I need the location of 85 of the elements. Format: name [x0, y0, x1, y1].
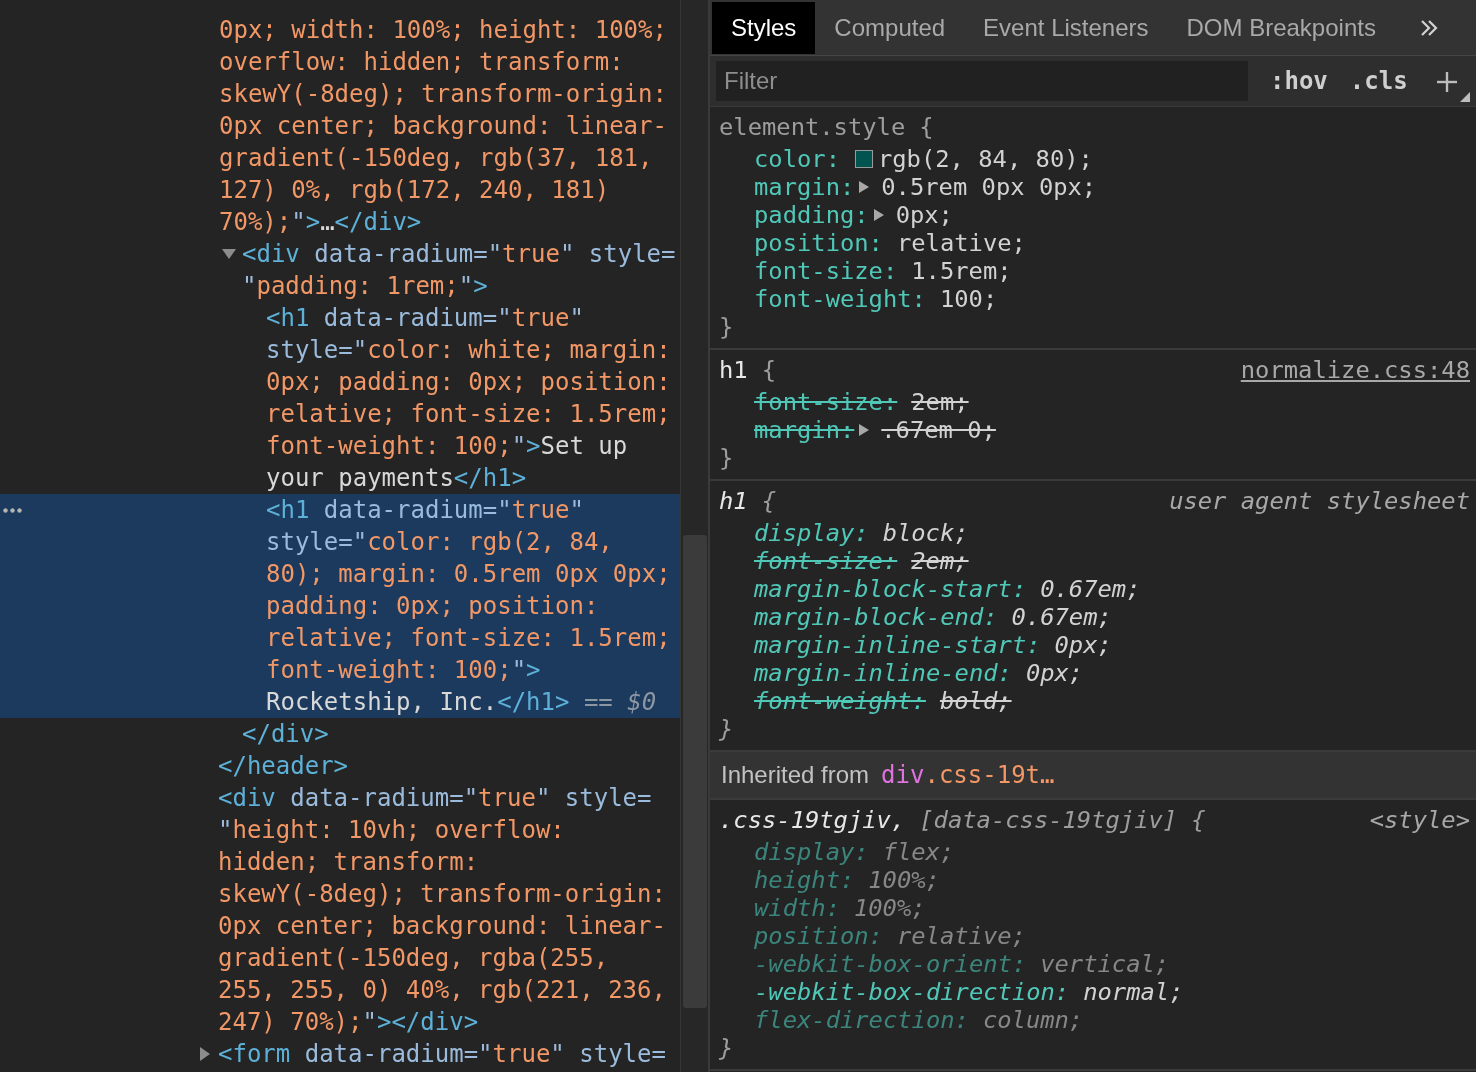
css-value: 0px;	[1025, 659, 1084, 687]
css-property: position:	[754, 922, 883, 950]
css-value: 100%;	[868, 866, 940, 894]
color-swatch-icon[interactable]	[854, 150, 873, 168]
css-selector: h1	[719, 487, 748, 515]
panel-tab[interactable]: Event Listeners	[964, 2, 1168, 54]
panel-tab[interactable]: Styles	[712, 2, 816, 54]
css-value: 0.67em;	[1040, 575, 1141, 603]
panel-tab[interactable]: DOM Breakpoints	[1167, 2, 1395, 54]
element-node[interactable]: <form data-radium="true" style=	[218, 1038, 666, 1070]
css-property: position:	[754, 229, 883, 257]
toggle-button[interactable]: .cls	[1349, 67, 1408, 95]
css-property: padding:	[754, 201, 869, 229]
css-property: width:	[754, 894, 840, 922]
css-property: font-size:	[754, 547, 898, 575]
css-property: font-weight:	[754, 285, 926, 313]
css-value: 100%;	[853, 894, 926, 922]
closing-tag[interactable]: </div>	[242, 718, 329, 750]
css-value: 100;	[939, 285, 998, 313]
filter-field[interactable]: Filter	[716, 61, 1248, 101]
open-brace: {	[761, 356, 776, 384]
inherited-label: Inherited from	[721, 761, 870, 789]
css-property: margin-inline-end:	[754, 659, 1012, 687]
css-value: 0.5rem 0px 0px;	[881, 173, 1097, 201]
css-property: color:	[754, 145, 840, 173]
css-property: display:	[754, 838, 869, 866]
css-property: margin-block-end:	[754, 603, 998, 631]
expand-triangle-icon[interactable]	[222, 249, 236, 259]
closing-brace: }	[719, 715, 734, 743]
css-property: font-size:	[754, 257, 898, 285]
css-value: relative;	[896, 922, 1026, 950]
closing-tag[interactable]: </header>	[218, 750, 349, 782]
css-property: flex-direction:	[754, 1006, 969, 1034]
open-brace: {	[1191, 806, 1206, 834]
css-property: margin-block-start:	[754, 575, 1027, 603]
css-value: 0px;	[895, 201, 953, 229]
css-value: block;	[882, 519, 969, 547]
css-value: vertical;	[1040, 950, 1170, 978]
css-value: 0.67em;	[1011, 603, 1112, 631]
open-brace: {	[761, 487, 776, 515]
closing-brace: }	[719, 444, 734, 472]
closing-brace: }	[719, 1034, 734, 1062]
css-property: -webkit-box-orient:	[754, 950, 1027, 978]
element-node[interactable]: 0px; width: 100%; height: 100%; overflow: hidden; transform: skewY(-8deg); transform-origin: 0px center; background: linear-gradient(-150deg, rgb(37, 181, 127) 0%, rgb(172, 240, 181) 70%);">…</div>	[219, 14, 678, 238]
css-selector: .css-19tgjiv,	[719, 806, 906, 834]
css-property: height:	[754, 866, 855, 894]
expand-triangle-icon[interactable]	[200, 1047, 210, 1061]
css-property: display:	[754, 519, 869, 547]
css-property: margin:	[754, 416, 855, 444]
css-property: font-weight:	[754, 687, 926, 715]
css-value: 0px;	[1054, 631, 1112, 659]
element-node[interactable]: <div data-radium="true" style= "height: 10vh; overflow: hidden; transform: skewY(-8deg); transform-origin: 0px center; background: linear-gradient(-150deg, rgba(255, 255, 255, 0) 40%, rgb(221, 236, 247) 70%);"></div>	[218, 782, 678, 1038]
css-property: -webkit-box-direction:	[754, 978, 1070, 1006]
toggle-button[interactable]: :hov	[1270, 67, 1328, 95]
closing-brace: }	[719, 313, 734, 341]
css-value: relative;	[896, 229, 1026, 257]
css-selector: element.style	[719, 113, 906, 141]
expand-triangle-icon[interactable]	[873, 209, 884, 221]
css-value: bold;	[939, 687, 1012, 715]
css-property: margin-inline-start:	[754, 631, 1041, 659]
css-value: rgb(2, 84, 80);	[877, 145, 1093, 173]
element-node[interactable]: <div data-radium="true" style= "padding: 1rem;">	[242, 238, 678, 302]
open-brace: {	[919, 113, 934, 141]
source-link[interactable]: normalize.css:48	[1240, 356, 1470, 384]
element-node[interactable]: <h1 data-radium="true" style="color: rgb(2, 84, 80); margin: 0.5rem 0px 0px; padding: 0px; position: relative; font-size: 1.5rem; font-weight: 100;"> Rocketship, Inc.</h1> == $0	[266, 494, 678, 718]
css-selector: [data-css-19tgjiv]	[919, 806, 1178, 834]
element-node[interactable]: <h1 data-radium="true" style="color: white; margin: 0px; padding: 0px; position: relative; font-size: 1.5rem; font-weight: 100;">Set up your payments</h1>	[266, 302, 678, 494]
inherited-element-link[interactable]: div.css-19t…	[881, 761, 1055, 789]
css-value: column;	[982, 1006, 1084, 1034]
expand-triangle-icon[interactable]	[859, 181, 870, 193]
css-property: margin:	[754, 173, 855, 201]
css-selector: h1	[719, 356, 748, 384]
rule-source: <style>	[1369, 806, 1470, 834]
css-value: 2em;	[911, 388, 969, 416]
ellipsis-icon[interactable]	[3, 508, 22, 513]
double-chevron-icon[interactable]	[1420, 18, 1438, 37]
css-property: font-size:	[754, 388, 898, 416]
css-value: 2em;	[911, 547, 969, 575]
expand-triangle-icon[interactable]	[859, 424, 870, 436]
panel-tab[interactable]: Computed	[815, 2, 965, 54]
css-value: 1.5rem;	[911, 257, 1012, 285]
css-value: .67em 0;	[881, 416, 996, 444]
css-value: normal;	[1083, 978, 1184, 1006]
rule-source: user agent stylesheet	[1169, 487, 1470, 515]
css-value: flex;	[882, 838, 955, 866]
